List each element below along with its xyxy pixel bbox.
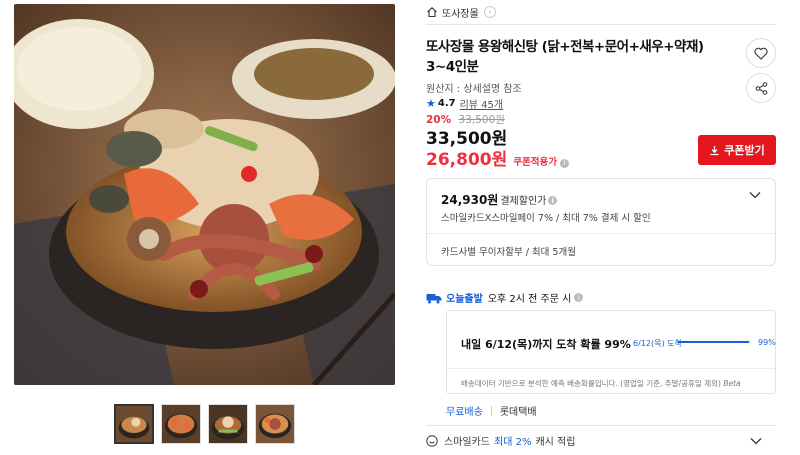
today-shipping-label: 오늘출발 [446,294,483,305]
info-icon[interactable]: i [574,293,584,302]
shipping-cutoff: 오후 2시 전 주문 시 [487,294,572,305]
review-link[interactable]: 리뷰 45개 [460,96,504,111]
download-icon [710,145,719,155]
home-icon [427,7,437,18]
info-icon[interactable]: i [548,196,558,205]
coupon-button-label: 쿠폰받기 [724,144,765,157]
delivery-header: 오늘출발 오후 2시 전 주문 시 i [426,290,584,305]
breadcrumb[interactable]: 또사장몰 › [426,5,496,20]
rating-row: ★ 4.7 리뷰 45개 [426,96,503,111]
free-shipping: 무료배송 [446,407,483,418]
card-benefit-row[interactable]: 스마일카드 최대 2% 캐시 적립 [426,433,776,448]
product-main-image[interactable] [14,4,395,385]
payment-discount-amount: 24,930원 결제할인가 i [441,191,558,208]
chevron-down-icon[interactable] [749,191,761,199]
eta-beta: Beta [723,379,741,388]
chevron-right-icon: › [483,6,496,18]
carrier-name: 롯데택배 [499,407,537,418]
coupon-price: 26,800원 [426,150,508,170]
thumbnail-1[interactable] [114,404,154,444]
star-icon: ★ [426,97,436,110]
installment-text: 카드사별 무이자할부 / 최대 5개월 [441,247,576,258]
eta-progress-fill [678,341,750,343]
eta-percent: 99% [758,338,776,347]
card-max-rate: 최대 2% [494,437,532,448]
breadcrumb-store[interactable]: 또사장몰 [442,5,479,20]
truck-icon [426,293,442,303]
payment-amount: 24,930원 [441,193,499,207]
eta-date-label: 6/12(목) 도착 [633,339,682,348]
eta-progress-bar [678,341,750,343]
coupon-download-button[interactable]: 쿠폰받기 [698,135,776,165]
card-name: 스마일카드 [444,437,490,448]
eta-summary: 내일 6/12(목)까지 도착 확률 99% 6/12(목) 도착 99% [447,311,776,369]
divider [490,405,492,416]
eta-title: 내일 6/12(목)까지 도착 확률 99% [461,338,631,351]
coupon-price-row: 26,800원 쿠폰적용가 i [426,145,569,170]
origin-text: 원산지 : 상세설명 참조 [426,84,522,95]
divider [427,233,775,234]
eta-note: 배송데이터 기반으로 분석한 예측 배송확률입니다. (영업일 기준, 주말/공… [461,378,741,389]
thumbnail-4[interactable] [255,404,295,444]
chevron-down-icon[interactable] [750,437,762,445]
wishlist-button[interactable] [746,38,776,68]
payment-amount-label: 결제할인가 [500,196,547,207]
smile-card-icon [426,434,438,447]
card-accrual: 캐시 적립 [535,437,576,448]
payment-discount-desc: 스마일카드X스마일페이 7% / 최대 7% 결제 시 할인 [441,213,651,224]
product-title: 또사장몰 용왕해신탕 (닭+전복+문어+새우+약재) 3~4인분 [426,39,704,75]
thumbnail-2[interactable] [161,404,201,444]
thumbnail-3[interactable] [208,404,248,444]
share-icon [755,81,767,95]
delivery-eta-box: 내일 6/12(목)까지 도착 확률 99% 6/12(목) 도착 99% 배송… [446,310,776,394]
shipping-row: 무료배송 롯데택배 [446,403,537,418]
heart-icon [754,47,768,60]
divider [426,425,776,426]
coupon-price-tag: 쿠폰적용가 [513,157,557,168]
rating-score: 4.7 [437,98,456,109]
payment-discount-box[interactable]: 24,930원 결제할인가 i 스마일카드X스마일페이 7% / 최대 7% 결제 … [426,178,776,266]
info-icon[interactable]: i [559,158,569,168]
divider [426,24,776,25]
eta-note-text: 배송데이터 기반으로 분석한 예측 배송확률입니다. (영업일 기준, 주말/공… [461,379,721,388]
share-button[interactable] [746,73,776,103]
